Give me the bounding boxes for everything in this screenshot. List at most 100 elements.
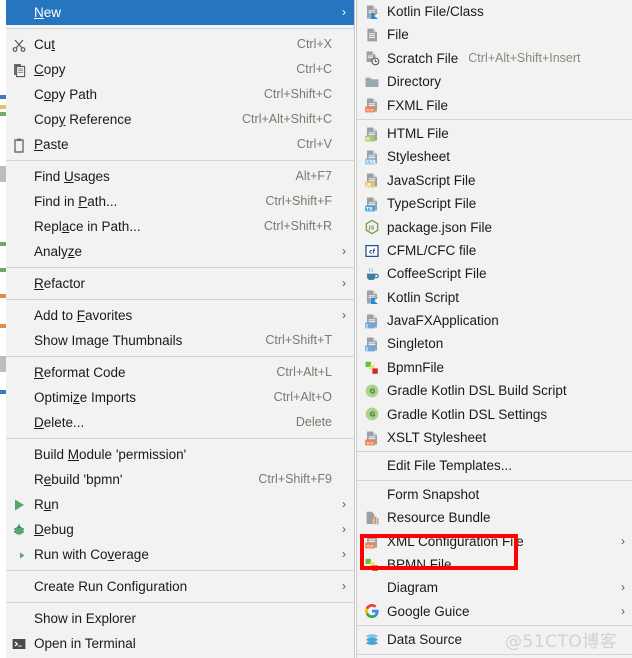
submenu-item-typescript-file[interactable]: TS TypeScript File bbox=[357, 192, 632, 215]
submenu-item-directory[interactable]: Directory bbox=[357, 70, 632, 93]
icon-slot-empty bbox=[357, 487, 387, 503]
context-menu-item-copy-reference[interactable]: Copy Reference Ctrl+Alt+Shift+C bbox=[6, 107, 354, 132]
menu-item-label: HTML File bbox=[387, 125, 449, 141]
menu-item-label: FXML File bbox=[387, 97, 449, 113]
menu-item-label: CoffeeScript File bbox=[387, 266, 487, 282]
menu-item-label: JavaFXApplication bbox=[387, 313, 499, 329]
submenu-item-singleton[interactable]: J Singleton bbox=[357, 332, 632, 355]
submenu-item-google-guice[interactable]: Google Guice › bbox=[357, 600, 632, 623]
context-menu-item-copy-path[interactable]: Copy Path Ctrl+Shift+C bbox=[6, 82, 354, 107]
menu-item-label: Optimize Imports bbox=[34, 390, 137, 405]
context-menu-item-analyze[interactable]: Analyze › bbox=[6, 239, 354, 264]
submenu-item-kotlin-file-class[interactable]: Kotlin File/Class bbox=[357, 0, 632, 23]
menu-item-label: JavaScript File bbox=[387, 172, 476, 188]
context-menu-item-debug[interactable]: Debug › bbox=[6, 517, 354, 542]
chevron-right-icon: › bbox=[342, 579, 346, 593]
menu-item-shortcut: Alt+F7 bbox=[295, 169, 332, 183]
submenu-item-xslt-stylesheet[interactable]: <> XSLT Stylesheet bbox=[357, 426, 632, 449]
menu-separator bbox=[6, 356, 354, 357]
ts-file-icon-slot: TS bbox=[357, 196, 387, 212]
context-menu-item-open-in-terminal[interactable]: Open in Terminal bbox=[6, 631, 354, 656]
chevron-right-icon: › bbox=[621, 603, 625, 618]
no-icon bbox=[11, 276, 27, 292]
submenu-item-package-json-file[interactable]: JS package.json File bbox=[357, 216, 632, 239]
icon-slot-empty bbox=[6, 5, 32, 21]
context-menu-item-paste[interactable]: Paste Ctrl+V bbox=[6, 132, 354, 157]
menu-item-label: Paste bbox=[34, 137, 69, 152]
no-icon bbox=[11, 333, 27, 349]
menu-item-label: New bbox=[34, 5, 62, 20]
submenu-item-bpmnfile[interactable]: BpmnFile bbox=[357, 356, 632, 379]
submenu-item-xml-configuration-file[interactable]: <> XML Configuration File › bbox=[357, 530, 632, 553]
new-submenu[interactable]: Kotlin File/Class File Scratch File Ctrl+Al… bbox=[356, 0, 632, 658]
submenu-item-html-file[interactable]: H HTML File bbox=[357, 122, 632, 145]
submenu-item-stylesheet[interactable]: CSS Stylesheet bbox=[357, 145, 632, 168]
menu-separator bbox=[357, 479, 632, 481]
menu-item-label: TypeScript File bbox=[387, 196, 477, 212]
submenu-item-javafxapplication[interactable]: J JavaFXApplication bbox=[357, 309, 632, 332]
context-menu[interactable]: New › Cut Ctrl+X Copy Ctrl+C Copy Path Ctrl+Shi… bbox=[6, 0, 355, 658]
submenu-item-gradle-kotlin-dsl-settings[interactable]: G Gradle Kotlin DSL Settings bbox=[357, 403, 632, 426]
no-icon bbox=[364, 487, 380, 503]
icon-slot-empty bbox=[6, 276, 32, 292]
css-file-icon-slot: CSS bbox=[357, 149, 387, 165]
kotlin-file-icon bbox=[364, 4, 380, 20]
context-menu-item-replace-in-path[interactable]: Replace in Path... Ctrl+Shift+R bbox=[6, 214, 354, 239]
chevron-right-icon: › bbox=[342, 5, 346, 19]
icon-slot-empty bbox=[6, 472, 32, 488]
context-menu-item-cut[interactable]: Cut Ctrl+X bbox=[6, 32, 354, 57]
no-icon bbox=[11, 579, 27, 595]
menu-separator bbox=[6, 438, 354, 439]
submenu-item-diagram[interactable]: Diagram › bbox=[357, 576, 632, 599]
no-icon bbox=[11, 611, 27, 627]
context-menu-item-create-run-configuration[interactable]: Create Run Configuration › bbox=[6, 574, 354, 599]
submenu-item-form-snapshot[interactable]: Form Snapshot bbox=[357, 483, 632, 506]
context-menu-item-optimize-imports[interactable]: Optimize Imports Ctrl+Alt+O bbox=[6, 385, 354, 410]
xml-file-icon-slot: <> bbox=[357, 533, 387, 549]
context-menu-item-run[interactable]: Run › bbox=[6, 492, 354, 517]
clipboard-icon-slot bbox=[6, 137, 32, 153]
context-menu-item-find-usages[interactable]: Find Usages Alt+F7 bbox=[6, 164, 354, 189]
submenu-item-resource-bundle[interactable]: Resource Bundle bbox=[357, 506, 632, 529]
context-menu-item-add-to-favorites[interactable]: Add to Favorites › bbox=[6, 303, 354, 328]
menu-item-label: Reformat Code bbox=[34, 365, 126, 380]
debug-icon bbox=[11, 522, 27, 538]
menu-item-label: Diagram bbox=[387, 580, 439, 596]
icon-slot-empty bbox=[6, 308, 32, 324]
nodejs-icon-slot: JS bbox=[357, 219, 387, 235]
context-menu-item-run-with-coverage[interactable]: Run with Coverage › bbox=[6, 542, 354, 567]
kotlin-file-icon-slot bbox=[357, 4, 387, 20]
submenu-item-cfml-cfc-file[interactable]: cf CFML/CFC file bbox=[357, 239, 632, 262]
chevron-right-icon: › bbox=[342, 497, 346, 511]
context-menu-item-copy[interactable]: Copy Ctrl+C bbox=[6, 57, 354, 82]
watermark-text: @51CTO博客 bbox=[505, 632, 618, 652]
context-menu-item-find-in-path[interactable]: Find in Path... Ctrl+Shift+F bbox=[6, 189, 354, 214]
submenu-item-edit-file-templates[interactable]: Edit File Templates... bbox=[357, 454, 632, 477]
submenu-item-fxml-file[interactable]: <> FXML File bbox=[357, 94, 632, 117]
menu-item-label: Copy Path bbox=[34, 87, 98, 102]
submenu-item-coffeescript-file[interactable]: CoffeeScript File bbox=[357, 262, 632, 285]
submenu-item-scratch-file[interactable]: Scratch File Ctrl+Alt+Shift+Insert bbox=[357, 47, 632, 70]
menu-item-label: Directory bbox=[387, 74, 442, 90]
submenu-item-bpmn-file[interactable]: BPMN File bbox=[357, 553, 632, 576]
bpmn-icon bbox=[364, 360, 380, 376]
gradle-icon-slot: G bbox=[357, 383, 387, 399]
menu-item-shortcut: Ctrl+C bbox=[296, 62, 332, 76]
context-menu-item-rebuild-bpmn[interactable]: Rebuild 'bpmn' Ctrl+Shift+F9 bbox=[6, 467, 354, 492]
context-menu-item-reformat-code[interactable]: Reformat Code Ctrl+Alt+L bbox=[6, 360, 354, 385]
context-menu-item-delete[interactable]: Delete... Delete bbox=[6, 410, 354, 435]
context-menu-item-new[interactable]: New › bbox=[6, 0, 354, 25]
submenu-item-file[interactable]: File bbox=[357, 23, 632, 46]
no-icon bbox=[364, 580, 380, 596]
submenu-item-kotlin-script[interactable]: Kotlin Script bbox=[357, 286, 632, 309]
menu-separator bbox=[6, 160, 354, 161]
clipboard-icon bbox=[11, 137, 27, 153]
submenu-item-gradle-kotlin-dsl-build-script[interactable]: G Gradle Kotlin DSL Build Script bbox=[357, 379, 632, 402]
context-menu-item-show-image-thumbnails[interactable]: Show Image Thumbnails Ctrl+Shift+T bbox=[6, 328, 354, 353]
menu-item-label: Resource Bundle bbox=[387, 510, 491, 526]
submenu-item-javascript-file[interactable]: JS JavaScript File bbox=[357, 169, 632, 192]
context-menu-item-show-in-explorer[interactable]: Show in Explorer bbox=[6, 606, 354, 631]
context-menu-item-build-module-permission[interactable]: Build Module 'permission' bbox=[6, 442, 354, 467]
context-menu-item-refactor[interactable]: Refactor › bbox=[6, 271, 354, 296]
menu-item-label: Find Usages bbox=[34, 169, 110, 184]
